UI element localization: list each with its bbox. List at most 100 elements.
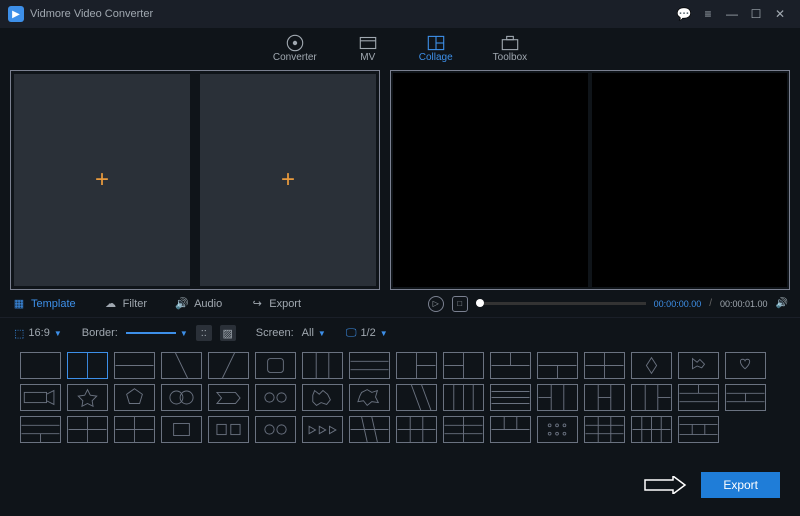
collage-slot-2[interactable]: + xyxy=(200,74,376,286)
feedback-icon[interactable]: 💬 xyxy=(672,2,696,26)
template-item[interactable] xyxy=(490,352,531,379)
template-item[interactable] xyxy=(67,416,108,443)
template-item[interactable] xyxy=(537,384,578,411)
template-item[interactable] xyxy=(678,352,719,379)
close-button[interactable]: ✕ xyxy=(768,2,792,26)
template-item[interactable] xyxy=(631,384,672,411)
template-item[interactable] xyxy=(114,384,155,411)
chevron-down-icon: ▼ xyxy=(54,329,62,338)
template-item[interactable] xyxy=(537,416,578,443)
template-item[interactable] xyxy=(490,416,531,443)
template-item[interactable] xyxy=(208,416,249,443)
screen-dropdown[interactable]: All ▼ xyxy=(302,327,326,339)
template-item[interactable] xyxy=(255,352,296,379)
template-item[interactable] xyxy=(443,352,484,379)
template-item[interactable] xyxy=(20,384,61,411)
border-pattern-button[interactable]: ▨ xyxy=(220,325,236,341)
options-bar: ⬚ 16:9 ▼ Border: ▼ :: ▨ Screen: All ▼ 🖵 … xyxy=(0,318,800,348)
template-item[interactable] xyxy=(584,384,625,411)
template-item[interactable] xyxy=(678,384,719,411)
filter-icon: ☁ xyxy=(104,297,118,311)
nav-collage[interactable]: Collage xyxy=(419,35,453,63)
template-item[interactable] xyxy=(725,384,766,411)
template-item[interactable] xyxy=(302,384,343,411)
nav-converter[interactable]: Converter xyxy=(273,35,317,63)
template-item[interactable] xyxy=(443,384,484,411)
template-item[interactable] xyxy=(349,416,390,443)
chevron-down-icon: ▼ xyxy=(180,329,188,338)
template-item[interactable] xyxy=(302,352,343,379)
seek-bar[interactable] xyxy=(476,302,646,305)
template-item[interactable] xyxy=(584,416,625,443)
template-item[interactable] xyxy=(631,352,672,379)
duration: 00:00:01.00 xyxy=(720,299,768,309)
template-item[interactable] xyxy=(725,352,766,379)
template-item[interactable] xyxy=(67,352,108,379)
maximize-button[interactable]: ☐ xyxy=(744,2,768,26)
collage-icon xyxy=(425,35,447,51)
nav-toolbox[interactable]: Toolbox xyxy=(493,35,527,63)
page-dropdown[interactable]: 🖵 1/2 ▼ xyxy=(346,327,388,340)
template-item[interactable] xyxy=(396,416,437,443)
tab-template[interactable]: ▦ Template xyxy=(12,297,76,311)
add-icon: + xyxy=(281,166,295,194)
menu-icon[interactable]: ≡ xyxy=(696,2,720,26)
template-item[interactable] xyxy=(396,384,437,411)
audio-icon: 🔊 xyxy=(175,297,189,311)
template-item[interactable] xyxy=(114,416,155,443)
template-item[interactable] xyxy=(537,352,578,379)
arrow-right-icon xyxy=(643,476,687,494)
preview-slot-2 xyxy=(592,73,787,287)
aspect-ratio-dropdown[interactable]: ⬚ 16:9 ▼ xyxy=(14,327,62,340)
template-item[interactable] xyxy=(349,352,390,379)
template-item[interactable] xyxy=(208,384,249,411)
main-area: + + xyxy=(0,70,800,290)
current-time: 00:00:00.00 xyxy=(654,299,702,309)
template-item[interactable] xyxy=(161,384,202,411)
export-button[interactable]: Export xyxy=(701,472,780,498)
template-item[interactable] xyxy=(490,384,531,411)
player-controls: ▷ □ 00:00:00.00/00:00:01.00 🔊 xyxy=(428,296,788,312)
preview-slot-1 xyxy=(393,73,588,287)
template-item[interactable] xyxy=(20,352,61,379)
template-item[interactable] xyxy=(584,352,625,379)
nav-mv[interactable]: MV xyxy=(357,35,379,63)
top-navigation: Converter MV Collage Toolbox xyxy=(0,28,800,70)
template-item[interactable] xyxy=(161,416,202,443)
play-button[interactable]: ▷ xyxy=(428,296,444,312)
minimize-button[interactable]: — xyxy=(720,2,744,26)
tab-filter[interactable]: ☁ Filter xyxy=(104,297,147,311)
template-item[interactable] xyxy=(255,416,296,443)
chevron-down-icon: ▼ xyxy=(318,329,326,338)
template-item[interactable] xyxy=(631,416,672,443)
border-style-dropdown[interactable]: ▼ xyxy=(126,329,188,338)
mv-icon xyxy=(357,35,379,51)
border-group: Border: ▼ :: ▨ xyxy=(82,325,236,341)
template-item[interactable] xyxy=(67,384,108,411)
template-item[interactable] xyxy=(208,352,249,379)
preview-panel xyxy=(390,70,790,290)
app-logo-icon: ▶ xyxy=(8,6,24,22)
tool-tabs: ▦ Template ☁ Filter 🔊 Audio ↪ Export ▷ □… xyxy=(0,290,800,318)
template-item[interactable] xyxy=(349,384,390,411)
export-icon: ↪ xyxy=(250,297,264,311)
template-item[interactable] xyxy=(161,352,202,379)
footer: Export xyxy=(643,472,780,498)
template-item[interactable] xyxy=(302,416,343,443)
stop-button[interactable]: □ xyxy=(452,296,468,312)
tab-export[interactable]: ↪ Export xyxy=(250,297,301,311)
app-title: Vidmore Video Converter xyxy=(30,8,153,20)
template-item[interactable] xyxy=(114,352,155,379)
aspect-icon: ⬚ xyxy=(14,327,24,340)
tab-audio[interactable]: 🔊 Audio xyxy=(175,297,222,311)
border-color-button[interactable]: :: xyxy=(196,325,212,341)
template-item[interactable] xyxy=(678,416,719,443)
templates-grid xyxy=(0,348,800,447)
collage-slot-1[interactable]: + xyxy=(14,74,190,286)
template-item[interactable] xyxy=(396,352,437,379)
titlebar: ▶ Vidmore Video Converter 💬 ≡ — ☐ ✕ xyxy=(0,0,800,28)
volume-icon[interactable]: 🔊 xyxy=(776,298,788,309)
template-item[interactable] xyxy=(443,416,484,443)
template-item[interactable] xyxy=(255,384,296,411)
template-item[interactable] xyxy=(20,416,61,443)
